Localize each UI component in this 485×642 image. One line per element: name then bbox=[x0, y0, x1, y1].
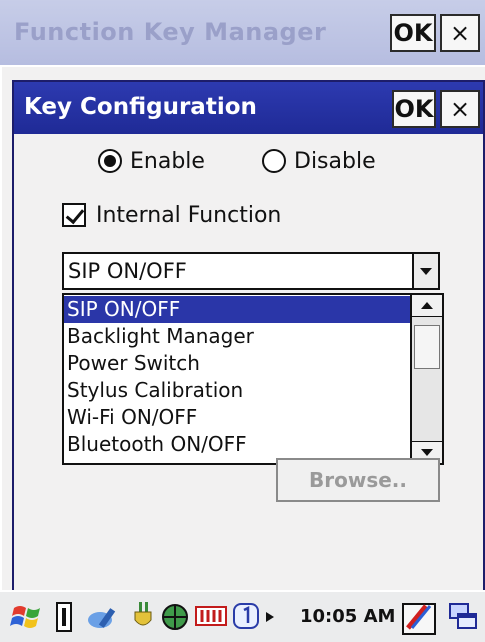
internal-function-label: Internal Function bbox=[96, 202, 282, 228]
dropdown-item-sip[interactable]: SIP ON/OFF bbox=[64, 296, 412, 323]
dropdown-item-bluetooth[interactable]: Bluetooth ON/OFF bbox=[64, 431, 412, 458]
function-select[interactable]: SIP ON/OFF bbox=[62, 252, 440, 290]
function-dropdown-list: SIP ON/OFF Backlight Manager Power Switc… bbox=[62, 293, 444, 465]
window-switch-icon[interactable] bbox=[448, 600, 480, 634]
internal-function-checkbox[interactable] bbox=[62, 203, 86, 227]
power-plug-icon[interactable] bbox=[130, 600, 156, 634]
input-panel-icon[interactable] bbox=[56, 602, 72, 632]
disable-option[interactable]: Disable bbox=[262, 144, 376, 178]
dialog-titlebar: Key Configuration OK × bbox=[14, 82, 483, 134]
enable-label: Enable bbox=[130, 148, 205, 174]
sync-icon[interactable] bbox=[86, 602, 120, 632]
taskbar: 10:05 AM bbox=[0, 590, 485, 642]
dialog-close-button[interactable]: × bbox=[440, 90, 480, 128]
windows-flag-icon[interactable] bbox=[10, 600, 44, 634]
dialog-ok-button[interactable]: OK bbox=[392, 90, 436, 128]
dropdown-scrollbar[interactable] bbox=[410, 295, 442, 463]
taskbar-clock[interactable]: 10:05 AM bbox=[300, 606, 395, 627]
dialog-title: Key Configuration bbox=[24, 94, 257, 120]
notification-1-icon[interactable] bbox=[232, 602, 260, 630]
enable-option[interactable]: Enable bbox=[98, 144, 205, 178]
dropdown-item-stylus-calibration[interactable]: Stylus Calibration bbox=[64, 377, 412, 404]
background-titlebar: Function Key Manager OK × bbox=[0, 0, 485, 67]
chevron-down-icon bbox=[420, 267, 432, 275]
background-ok-button[interactable]: OK bbox=[390, 14, 436, 52]
background-window-title: Function Key Manager bbox=[14, 18, 327, 46]
arrow-right-icon[interactable] bbox=[264, 610, 276, 624]
dropdown-item-backlight[interactable]: Backlight Manager bbox=[64, 323, 412, 350]
input-method-icon[interactable] bbox=[402, 598, 436, 636]
scroll-up-button[interactable] bbox=[412, 295, 442, 317]
function-select-value: SIP ON/OFF bbox=[68, 259, 187, 283]
screen: Function Key Manager OK × Key Configurat… bbox=[0, 0, 485, 642]
disable-label: Disable bbox=[294, 148, 376, 174]
dropdown-item-wifi[interactable]: Wi-Fi ON/OFF bbox=[64, 404, 412, 431]
internal-function-option[interactable]: Internal Function bbox=[62, 198, 281, 232]
scroll-down-icon bbox=[421, 449, 433, 456]
disable-radio[interactable] bbox=[262, 149, 286, 173]
scroll-thumb[interactable] bbox=[414, 325, 440, 369]
network-icon[interactable] bbox=[160, 602, 190, 632]
browse-button[interactable]: Browse.. bbox=[276, 458, 440, 502]
background-close-button[interactable]: × bbox=[440, 14, 480, 52]
dropdown-item-power-switch[interactable]: Power Switch bbox=[64, 350, 412, 377]
scroll-up-icon bbox=[421, 302, 433, 309]
dropdown-toggle-button[interactable] bbox=[412, 254, 438, 288]
enable-radio[interactable] bbox=[98, 149, 122, 173]
battery-icon[interactable] bbox=[194, 604, 228, 628]
